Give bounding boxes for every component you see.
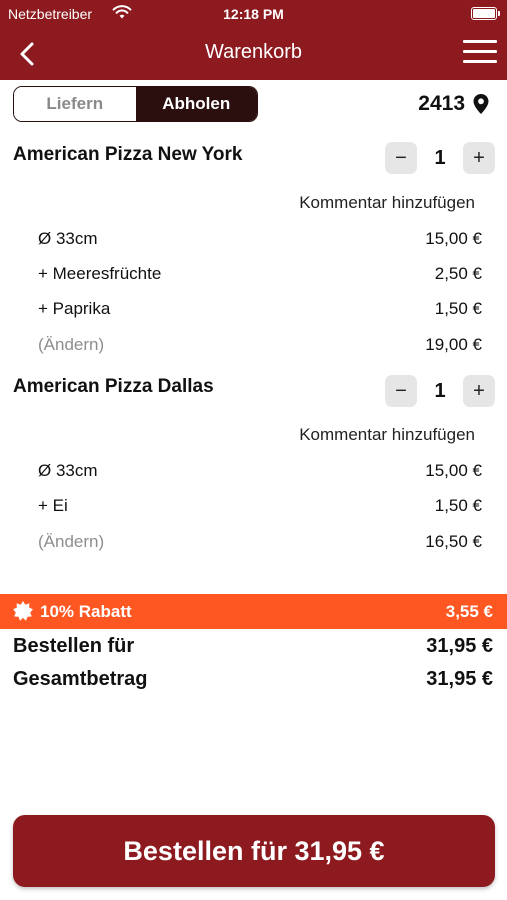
item-subtotal-row: (Ändern) 16,50 € <box>38 532 482 552</box>
line-label: Ø 33cm <box>38 461 98 480</box>
change-link[interactable]: (Ändern) <box>38 335 104 355</box>
quantity-value: 1 <box>434 379 446 402</box>
line-label: + Paprika <box>38 299 111 318</box>
line-label: + Meeresfrüchte <box>38 264 162 283</box>
increase-button[interactable]: + <box>463 142 495 174</box>
discount-bar: 10% Rabatt 3,55 € <box>0 594 507 629</box>
item-line: Ø 33cm 15,00 € <box>38 461 482 481</box>
item-subtotal-row: (Ändern) 19,00 € <box>38 335 482 355</box>
line-label: Ø 33cm <box>38 229 98 248</box>
item-name: American Pizza New York <box>13 144 243 165</box>
item-name: American Pizza Dallas <box>13 376 214 397</box>
status-bar: Netzbetreiber 12:18 PM <box>0 0 507 28</box>
discount-amount: 3,55 € <box>445 602 493 621</box>
line-label: + Ei <box>38 496 68 515</box>
order-for-label: Bestellen für <box>13 635 135 657</box>
item-line: + Paprika 1,50 € <box>38 299 482 319</box>
line-price: 1,50 € <box>434 496 482 515</box>
tab-pickup[interactable]: Abholen <box>135 87 257 121</box>
line-price: 2,50 € <box>434 264 482 283</box>
item-subtotal: 19,00 € <box>425 335 482 354</box>
location-pin-icon <box>473 94 489 114</box>
add-comment-link[interactable]: Kommentar hinzufügen <box>299 425 475 445</box>
grand-total-label: Gesamtbetrag <box>13 668 148 690</box>
order-for-value: 31,95 € <box>426 635 493 657</box>
page-title: Warenkorb <box>204 41 303 63</box>
zip-code[interactable]: 2413 <box>418 92 489 116</box>
item-line: + Meeresfrüchte 2,50 € <box>38 264 482 284</box>
discount-label: 10% Rabatt <box>40 602 132 621</box>
quantity-value: 1 <box>434 146 446 169</box>
tab-deliver[interactable]: Liefern <box>14 87 136 121</box>
add-comment-link[interactable]: Kommentar hinzufügen <box>299 193 475 213</box>
order-button[interactable]: Bestellen für 31,95 € <box>13 815 495 887</box>
line-price: 15,00 € <box>425 229 482 248</box>
item-line: + Ei 1,50 € <box>38 496 482 516</box>
hamburger-menu-icon[interactable] <box>463 40 497 66</box>
zip-code-value: 2413 <box>418 92 465 115</box>
status-time: 12:18 PM <box>223 6 284 22</box>
quantity-stepper: − 1 + <box>385 375 495 407</box>
change-link[interactable]: (Ändern) <box>38 532 104 552</box>
delivery-mode-toggle: Liefern Abholen <box>13 86 258 122</box>
grand-total-value: 31,95 € <box>426 668 493 690</box>
nav-bar: Warenkorb <box>0 28 507 80</box>
decrease-button[interactable]: − <box>385 142 417 174</box>
quantity-stepper: − 1 + <box>385 142 495 174</box>
battery-icon <box>471 7 500 20</box>
item-line: Ø 33cm 15,00 € <box>38 229 482 249</box>
decrease-button[interactable]: − <box>385 375 417 407</box>
badge-icon <box>13 601 33 621</box>
line-price: 15,00 € <box>425 461 482 480</box>
order-for-row: Bestellen für 31,95 € <box>13 635 493 658</box>
increase-button[interactable]: + <box>463 375 495 407</box>
item-subtotal: 16,50 € <box>425 532 482 551</box>
grand-total-row: Gesamtbetrag 31,95 € <box>13 668 493 691</box>
line-price: 1,50 € <box>434 299 482 318</box>
